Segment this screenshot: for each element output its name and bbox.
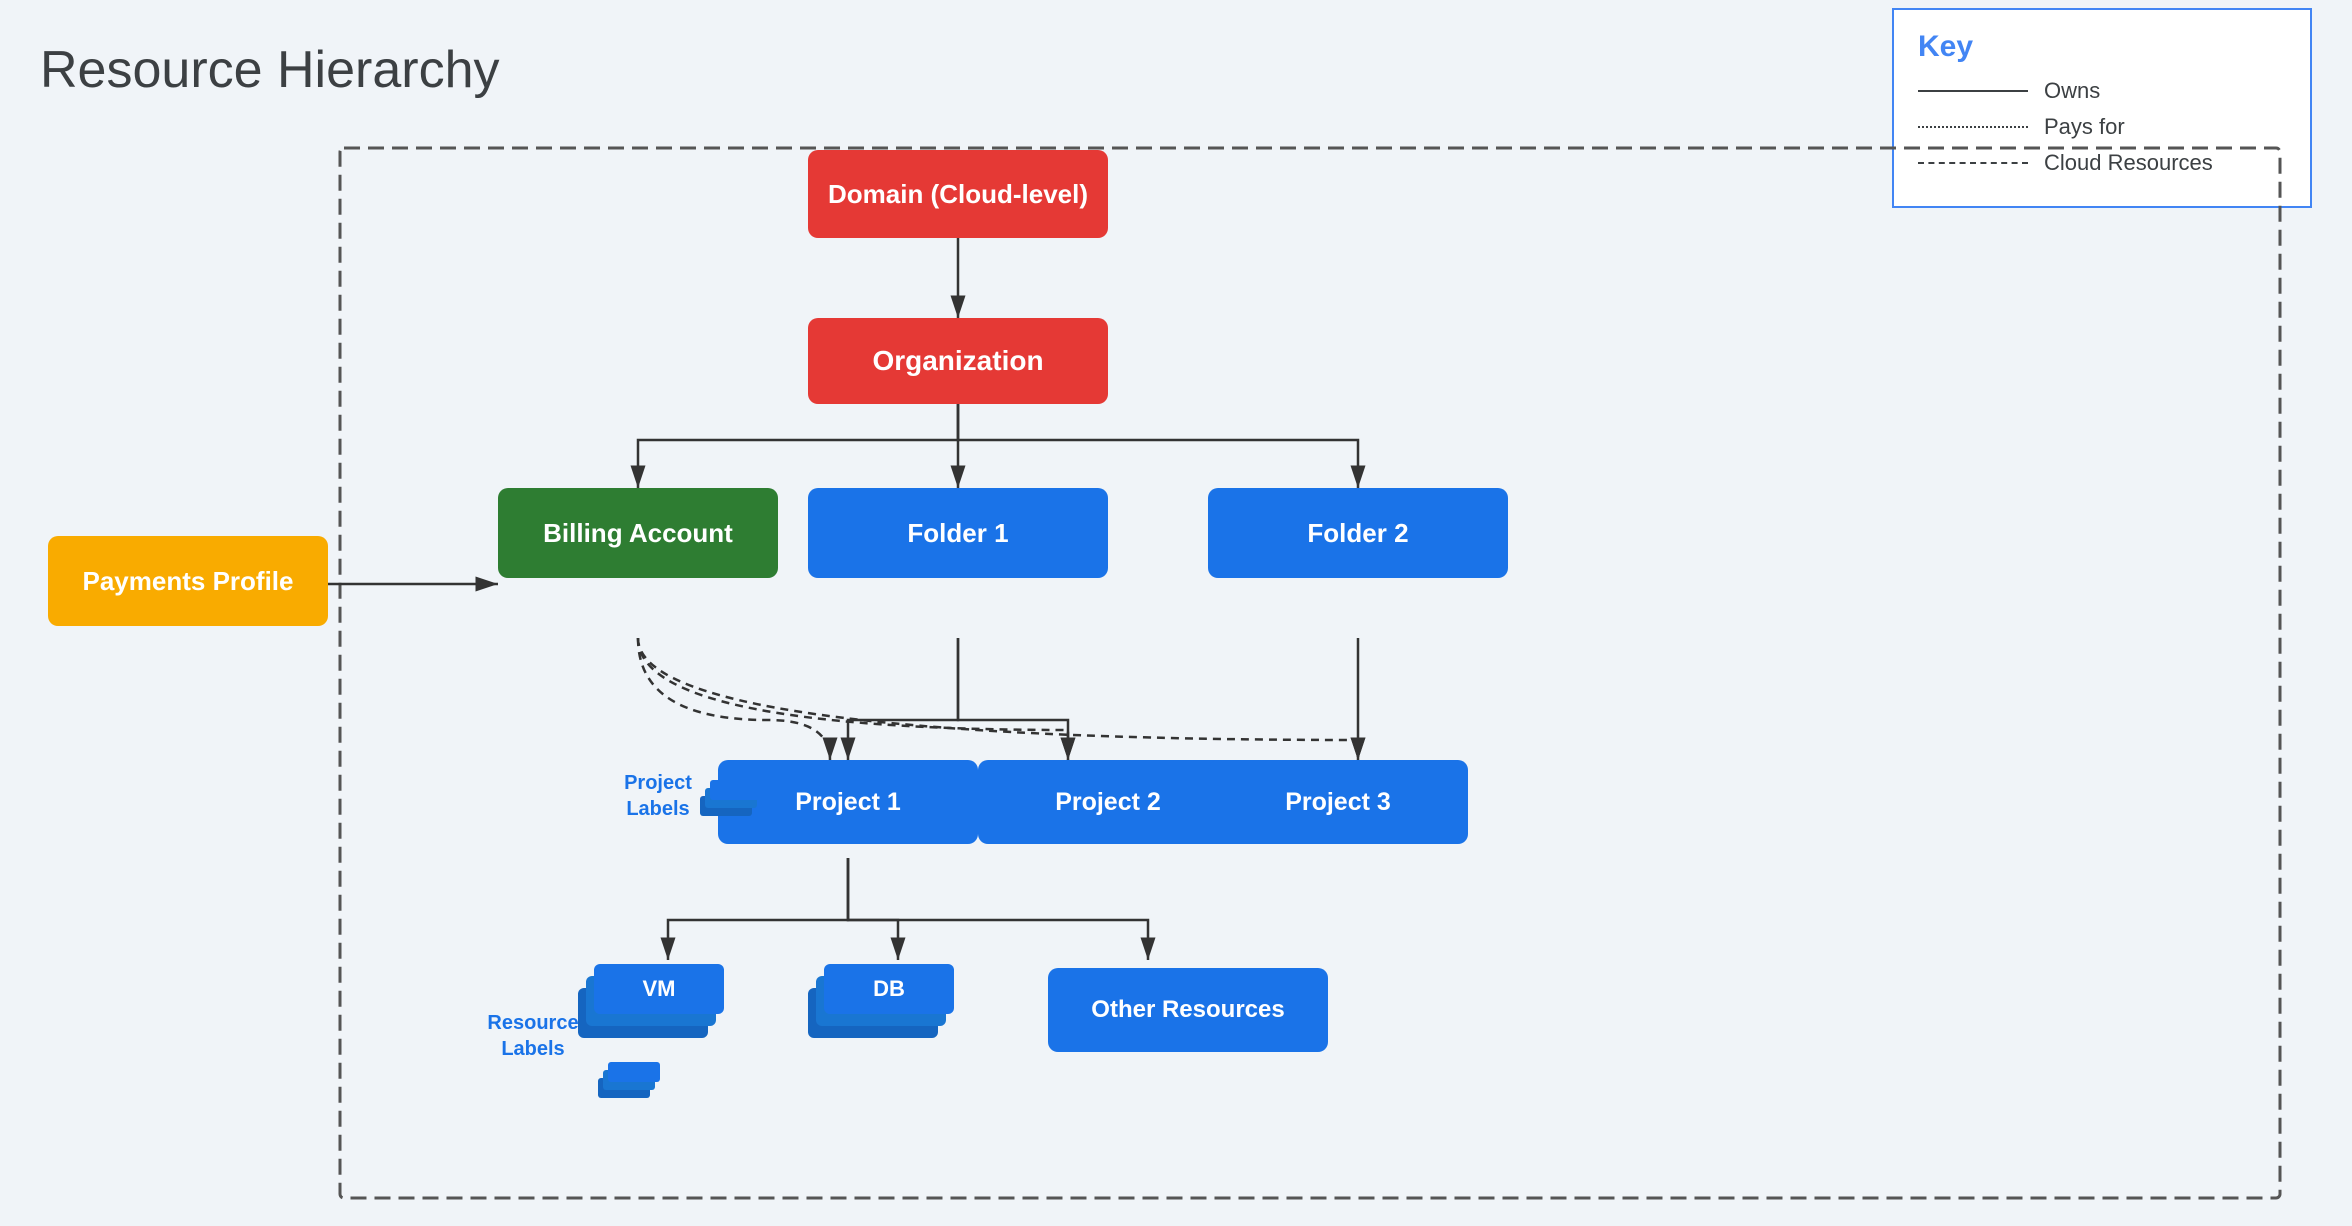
node-db: DB — [824, 964, 954, 1014]
node-payments-profile: Payments Profile — [48, 536, 328, 626]
node-project2: Project 2 — [978, 760, 1238, 844]
resource-label-stack — [598, 1060, 658, 1115]
node-vm: VM — [594, 964, 724, 1014]
node-organization: Organization — [808, 318, 1108, 404]
node-other-resources: Other Resources — [1048, 968, 1328, 1052]
node-domain: Domain (Cloud-level) — [808, 150, 1108, 238]
project-label-stack — [700, 778, 760, 833]
node-folder2: Folder 2 — [1208, 488, 1508, 578]
node-folder1: Folder 1 — [808, 488, 1108, 578]
db-stack: DB — [808, 958, 968, 1088]
node-billing-account: Billing Account — [498, 488, 778, 578]
node-project3: Project 3 — [1208, 760, 1468, 844]
